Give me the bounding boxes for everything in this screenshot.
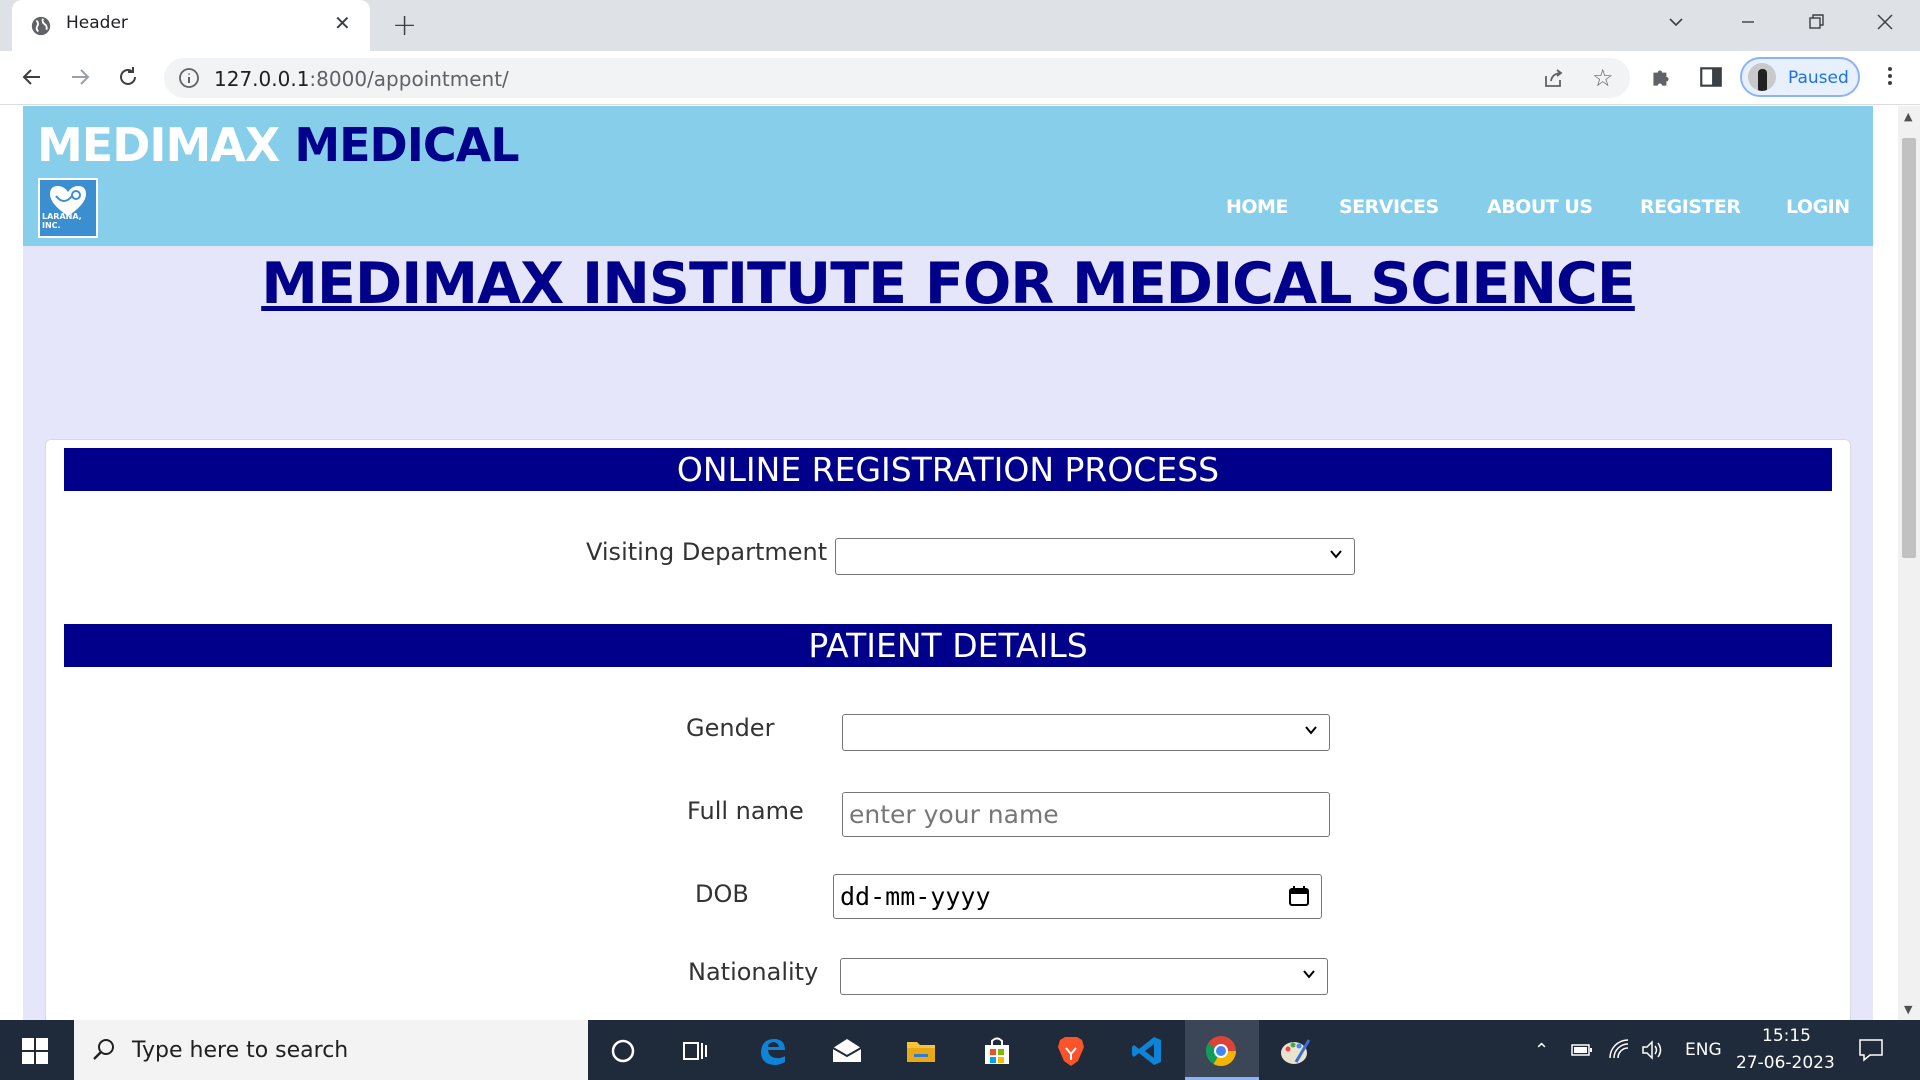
minimize-icon[interactable] [1740, 14, 1756, 30]
chevron-down-icon [1303, 970, 1315, 979]
chevron-down-icon [1305, 726, 1317, 735]
brave-icon[interactable] [1054, 1034, 1088, 1068]
fullname-input[interactable]: enter your name [842, 792, 1330, 837]
task-view-icon[interactable] [678, 1034, 712, 1068]
volume-icon[interactable] [1641, 1039, 1665, 1061]
calendar-icon[interactable] [1287, 884, 1311, 908]
side-panel-icon[interactable] [1698, 64, 1724, 90]
page-scrollbar[interactable]: ▲ ▼ [1898, 106, 1920, 1020]
section-header-patient-details: PATIENT DETAILS [64, 624, 1832, 667]
edge-icon[interactable] [756, 1034, 790, 1068]
file-explorer-icon[interactable] [904, 1034, 938, 1068]
page-viewport: MEDIMAX MEDICAL LARANA, INC. HOME SERVIC… [0, 106, 1898, 1020]
scroll-up-icon[interactable]: ▲ [1904, 110, 1912, 123]
page-title: MEDIMAX INSTITUTE FOR MEDICAL SCIENCE [261, 251, 1636, 317]
bookmark-star-icon[interactable]: ☆ [1592, 64, 1614, 92]
language-indicator[interactable]: ENG [1685, 1040, 1722, 1060]
dob-input[interactable]: dd-mm-yyyy [833, 874, 1322, 919]
battery-icon[interactable] [1571, 1042, 1593, 1058]
dob-label: DOB [695, 880, 749, 908]
windows-taskbar: Type here to search ⌃ ENG 15:15 27-06-20… [0, 1020, 1920, 1080]
clock-date[interactable]: 27-06-2023 [1736, 1053, 1835, 1073]
brand-title: MEDIMAX MEDICAL [37, 118, 520, 172]
site-logo[interactable]: LARANA, INC. [38, 178, 98, 238]
browser-menu-icon[interactable] [1878, 64, 1902, 88]
back-icon[interactable] [20, 65, 44, 89]
extensions-icon[interactable] [1648, 64, 1674, 90]
windows-start-icon[interactable] [22, 1038, 48, 1064]
globe-icon [31, 16, 51, 36]
mail-icon[interactable] [830, 1034, 864, 1068]
profile-status: Paused [1788, 68, 1849, 88]
gender-label: Gender [686, 714, 775, 742]
nationality-select[interactable] [840, 958, 1328, 995]
tab-strip: Header ✕ + [0, 0, 1920, 51]
show-hidden-icons-icon[interactable]: ⌃ [1534, 1040, 1549, 1061]
web-page: MEDIMAX MEDICAL LARANA, INC. HOME SERVIC… [23, 106, 1873, 1020]
fullname-label: Full name [687, 797, 804, 825]
tab-title: Header [66, 13, 128, 33]
vscode-icon[interactable] [1130, 1034, 1164, 1068]
nationality-label: Nationality [688, 958, 819, 986]
chevron-down-icon [1330, 550, 1342, 559]
taskbar-search[interactable]: Type here to search [74, 1020, 588, 1080]
restore-icon[interactable] [1808, 13, 1826, 31]
site-header: MEDIMAX MEDICAL LARANA, INC. HOME SERVIC… [23, 106, 1873, 246]
url-host: 127.0.0.1 [214, 67, 310, 91]
tab-search-icon[interactable] [1668, 14, 1684, 30]
new-tab-button[interactable]: + [392, 8, 417, 43]
chrome-icon[interactable] [1204, 1034, 1238, 1068]
brand-word-1: MEDIMAX [37, 118, 280, 172]
wifi-icon[interactable] [1608, 1038, 1630, 1060]
notifications-icon[interactable] [1858, 1038, 1884, 1062]
nav-services[interactable]: SERVICES [1339, 196, 1439, 218]
avatar [1748, 63, 1776, 91]
nav-login[interactable]: LOGIN [1786, 196, 1850, 218]
logo-text: LARANA, INC. [42, 212, 82, 230]
section-header-registration: ONLINE REGISTRATION PROCESS [64, 448, 1832, 491]
share-icon[interactable] [1542, 66, 1566, 90]
browser-tab[interactable]: Header ✕ [12, 0, 370, 51]
nav-register[interactable]: REGISTER [1640, 196, 1741, 218]
visiting-department-select[interactable] [835, 538, 1355, 575]
dob-placeholder: dd-mm-yyyy [840, 882, 991, 911]
search-placeholder: Type here to search [132, 1038, 349, 1063]
brand-word-2: MEDICAL [294, 118, 519, 172]
scrollbar-thumb[interactable] [1902, 138, 1916, 558]
scroll-down-icon[interactable]: ▼ [1904, 1003, 1912, 1016]
profile-button[interactable]: Paused [1740, 57, 1860, 97]
search-icon [93, 1039, 114, 1060]
browser-toolbar: 127.0.0.1:8000/appointment/ ☆ Paused [0, 51, 1920, 105]
url-text[interactable]: 127.0.0.1:8000/appointment/ [214, 67, 509, 91]
clock-time[interactable]: 15:15 [1762, 1026, 1811, 1046]
paint-icon[interactable] [1278, 1034, 1312, 1068]
cortana-icon[interactable] [606, 1034, 640, 1068]
visiting-department-label: Visiting Department [586, 538, 828, 566]
reload-icon[interactable] [116, 65, 140, 89]
nav-home[interactable]: HOME [1226, 196, 1288, 218]
registration-form: ONLINE REGISTRATION PROCESS Visiting Dep… [45, 439, 1851, 1020]
url-path: :8000/appointment/ [309, 67, 509, 91]
address-bar[interactable]: 127.0.0.1:8000/appointment/ ☆ [164, 58, 1630, 98]
microsoft-store-icon[interactable] [980, 1034, 1014, 1068]
nav-about-us[interactable]: ABOUT US [1487, 196, 1593, 218]
site-info-icon[interactable] [178, 67, 200, 89]
gender-select[interactable] [842, 714, 1330, 751]
close-tab-icon[interactable]: ✕ [334, 11, 351, 35]
forward-icon[interactable] [68, 65, 92, 89]
close-window-icon[interactable] [1876, 13, 1894, 31]
